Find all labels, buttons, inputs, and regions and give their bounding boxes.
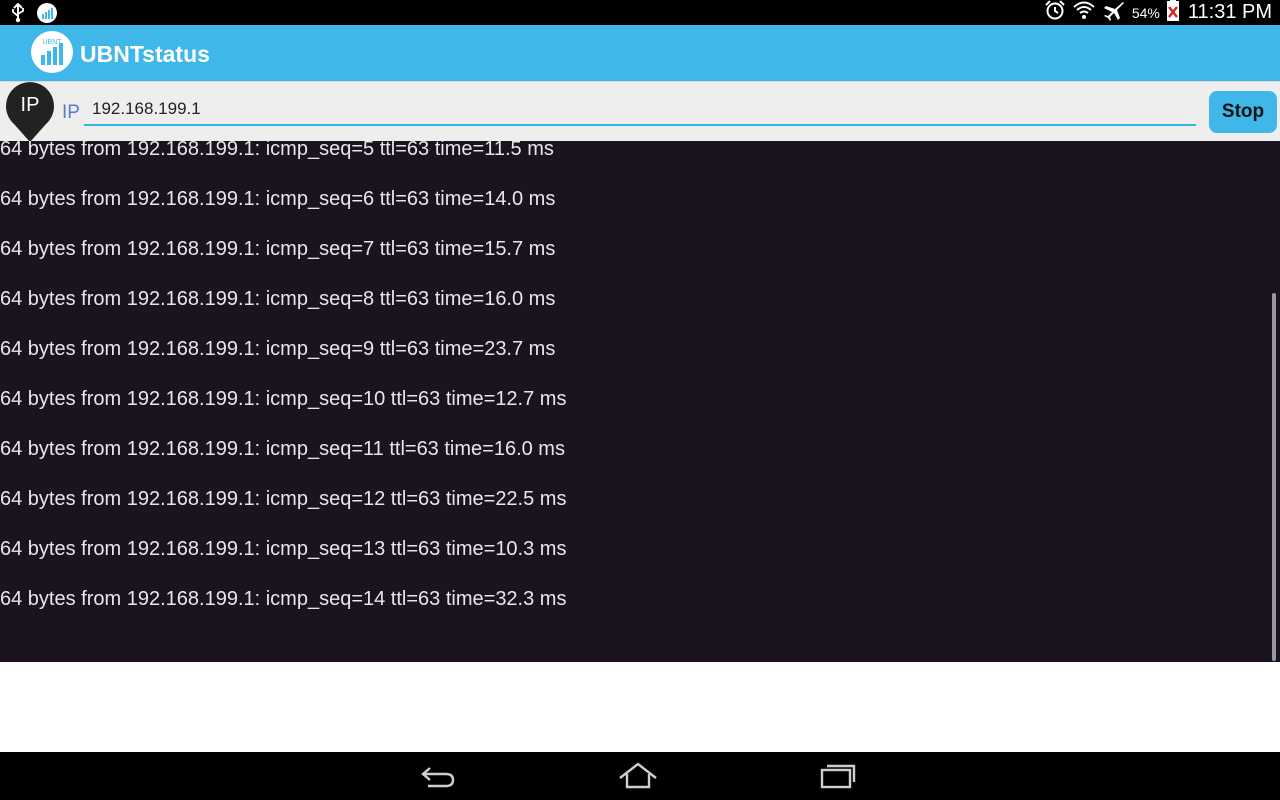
ping-output-lines: 64 bytes from 192.168.199.1: icmp_seq=5 … [0,141,566,624]
airplane-icon [1102,0,1126,26]
app-title: UBNTstatus [80,41,210,67]
stop-button[interactable]: Stop [1209,91,1277,133]
output-scrollbar[interactable] [1272,293,1276,661]
ip-marker-label: IP [20,94,40,116]
app-logo-icon[interactable]: UBNT [31,31,73,73]
ping-output-line: 64 bytes from 192.168.199.1: icmp_seq=7 … [0,238,556,260]
ping-output-panel[interactable]: 64 bytes from 192.168.199.1: icmp_seq=5 … [0,141,1280,662]
status-time: 11:31 PM [1187,1,1272,23]
ping-output-line: 64 bytes from 192.168.199.1: icmp_seq=14… [0,588,567,610]
action-bar: UBNT UBNTstatus [0,25,1280,81]
navigation-bar [0,752,1280,800]
ping-output-line: 64 bytes from 192.168.199.1: icmp_seq=13… [0,538,567,560]
ping-output-line: 64 bytes from 192.168.199.1: icmp_seq=9 … [0,338,556,360]
ping-output-line: 64 bytes from 192.168.199.1: icmp_seq=5 … [0,141,554,160]
ip-marker-icon: IP [4,82,56,144]
home-icon[interactable] [618,760,658,792]
battery-icon [1166,0,1180,26]
ping-output-line: 64 bytes from 192.168.199.1: icmp_seq=10… [0,388,567,410]
ip-address-input[interactable] [84,94,1196,126]
wifi-icon [1072,0,1096,26]
battery-percent: 54% [1131,4,1160,21]
ip-input-row: IP IP Stop [0,81,1280,142]
status-bar: 54% 11:31 PM [0,0,1280,25]
ip-field-label: IP [62,102,80,123]
alarm-icon [1044,0,1066,26]
ping-output-line: 64 bytes from 192.168.199.1: icmp_seq=8 … [0,288,556,310]
back-icon[interactable] [418,760,458,792]
recent-apps-icon[interactable] [818,760,858,792]
ping-output-line: 64 bytes from 192.168.199.1: icmp_seq=12… [0,488,567,510]
ping-output-line: 64 bytes from 192.168.199.1: icmp_seq=11… [0,438,565,460]
ping-output-line: 64 bytes from 192.168.199.1: icmp_seq=6 … [0,188,556,210]
